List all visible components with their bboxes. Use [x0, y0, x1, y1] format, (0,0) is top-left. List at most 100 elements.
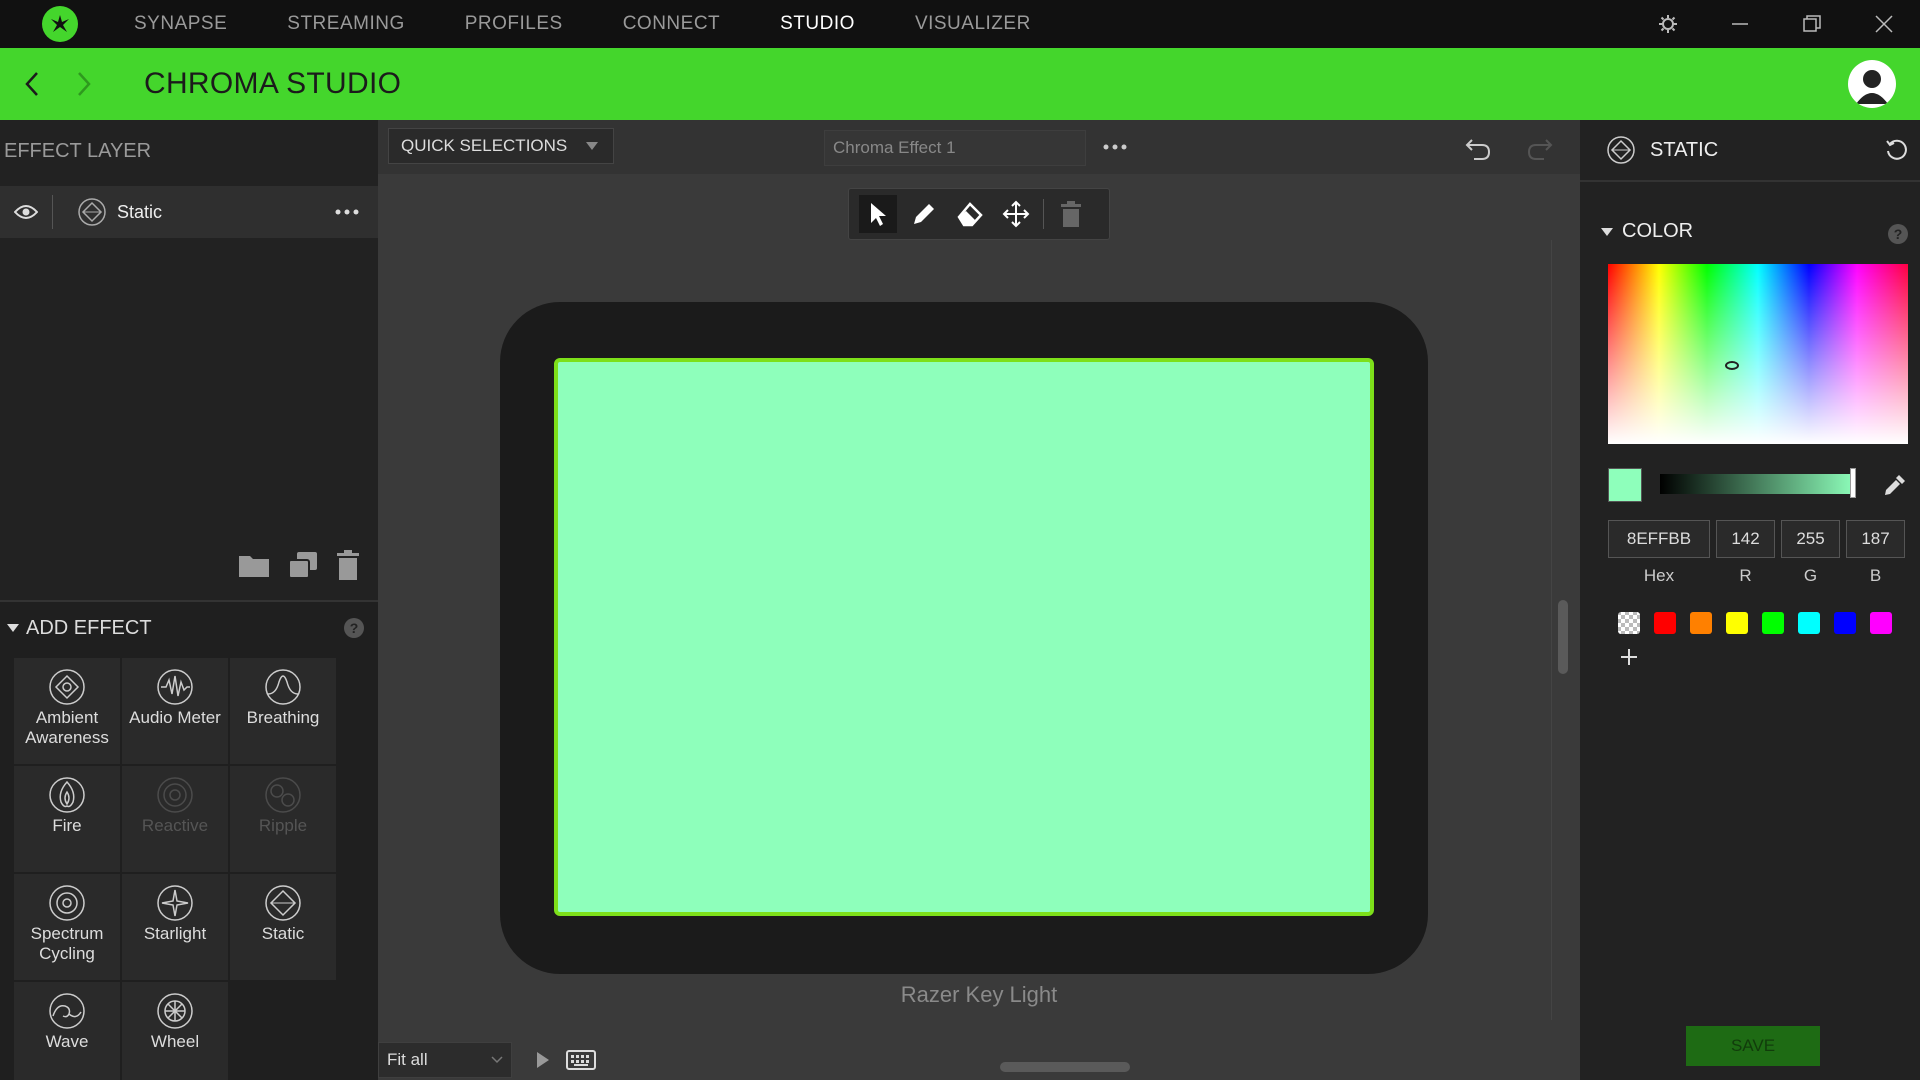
reactive-icon [157, 777, 193, 813]
effect-reactive[interactable]: Reactive [122, 766, 228, 872]
effect-ambient-awareness[interactable]: Ambient Awareness [14, 658, 120, 764]
eraser-icon[interactable] [951, 195, 989, 233]
duplicate-icon[interactable] [288, 550, 318, 580]
effect-wheel[interactable]: Wheel [122, 982, 228, 1080]
current-color-swatch [1608, 468, 1642, 502]
eyedropper-icon[interactable] [1880, 472, 1908, 500]
undo-icon[interactable] [1460, 130, 1496, 166]
preset-cyan[interactable] [1798, 612, 1820, 634]
tab-studio[interactable]: STUDIO [780, 13, 855, 35]
preset-magenta[interactable] [1870, 612, 1892, 634]
effect-grid: Ambient Awareness Audio Meter Breathing … [14, 658, 336, 1080]
main-tabs: SYNAPSE STREAMING PROFILES CONNECT STUDI… [134, 13, 1091, 35]
color-spectrum[interactable] [1608, 264, 1908, 444]
add-effect-title: ADD EFFECT [26, 616, 152, 639]
effect-ripple[interactable]: Ripple [230, 766, 336, 872]
forward-button[interactable] [64, 64, 104, 104]
effect-title: STATIC [1650, 138, 1719, 161]
move-icon[interactable] [997, 195, 1035, 233]
horizontal-scrollbar[interactable] [1000, 1062, 1130, 1072]
preset-orange[interactable] [1690, 612, 1712, 634]
device-frame [500, 302, 1428, 974]
fit-all-dropdown[interactable]: Fit all [378, 1042, 512, 1078]
effect-fire[interactable]: Fire [14, 766, 120, 872]
effect-starlight[interactable]: Starlight [122, 874, 228, 980]
add-effect-section: ADD EFFECT ? Ambient Awareness Audio Met… [0, 600, 378, 1080]
spectrum-cycling-icon [49, 885, 85, 921]
fire-icon [49, 777, 85, 813]
brightness-slider[interactable] [1660, 468, 1856, 498]
color-value-labels: Hex R G B [1608, 566, 1905, 586]
preset-red[interactable] [1654, 612, 1676, 634]
selection-tools [848, 188, 1110, 240]
chevron-down-icon [491, 1056, 503, 1064]
caret-down-icon [7, 624, 19, 632]
layer-item[interactable]: Static [0, 186, 378, 238]
restore-icon[interactable] [1776, 0, 1848, 48]
device-label: Razer Key Light [900, 982, 1058, 1007]
effect-name-field[interactable]: Chroma Effect 1 [824, 130, 1086, 166]
ambient-awareness-icon [49, 669, 85, 705]
eye-icon[interactable] [0, 186, 52, 238]
help-icon[interactable]: ? [1888, 224, 1908, 244]
reset-icon[interactable] [1882, 135, 1912, 165]
workspace-toolbar: QUICK SELECTIONS Chroma Effect 1 [378, 120, 1580, 174]
effect-wave[interactable]: Wave [14, 982, 120, 1080]
brightness-handle[interactable] [1850, 468, 1856, 498]
properties-panel: STATIC COLOR ? 8EFFBB 142 255 187 Hex R … [1580, 120, 1920, 1080]
effect-breathing[interactable]: Breathing [230, 658, 336, 764]
play-icon[interactable] [528, 1045, 558, 1075]
page-title: CHROMA STUDIO [144, 67, 402, 100]
green-label: G [1803, 566, 1818, 585]
workspace-bottom-bar: Fit all [378, 1040, 1580, 1080]
back-button[interactable] [12, 64, 52, 104]
tab-profiles[interactable]: PROFILES [465, 13, 563, 35]
redo-icon[interactable] [1522, 130, 1558, 166]
wheel-icon [157, 993, 193, 1029]
preset-blue[interactable] [1834, 612, 1856, 634]
more-options-icon[interactable] [1100, 134, 1130, 160]
top-navigation: SYNAPSE STREAMING PROFILES CONNECT STUDI… [0, 0, 1920, 48]
add-effect-header[interactable]: ADD EFFECT ? [0, 602, 378, 654]
layer-divider [52, 195, 53, 229]
effect-label: Audio Meter [129, 708, 221, 727]
trash-icon[interactable] [336, 550, 360, 580]
red-input[interactable]: 142 [1716, 520, 1775, 558]
more-options-icon[interactable] [332, 197, 362, 227]
add-color-icon[interactable] [1618, 646, 1640, 668]
minimize-icon[interactable] [1704, 0, 1776, 48]
quick-selections-dropdown[interactable]: QUICK SELECTIONS [388, 128, 614, 164]
blue-input[interactable]: 187 [1846, 520, 1905, 558]
color-picker-handle[interactable] [1725, 361, 1739, 370]
effect-audio-meter[interactable]: Audio Meter [122, 658, 228, 764]
close-icon[interactable] [1848, 0, 1920, 48]
color-section-header[interactable]: COLOR [1600, 220, 1693, 243]
preset-yellow[interactable] [1726, 612, 1748, 634]
keyboard-icon[interactable] [564, 1045, 598, 1075]
device-led-area[interactable] [554, 358, 1374, 916]
left-panel: EFFECT LAYER Static ADD EFFECT ? Ambient… [0, 120, 378, 1080]
tab-connect[interactable]: CONNECT [623, 13, 720, 35]
effect-spectrum-cycling[interactable]: Spectrum Cycling [14, 874, 120, 980]
green-input[interactable]: 255 [1781, 520, 1840, 558]
trash-icon[interactable] [1052, 195, 1090, 233]
effect-label: Starlight [143, 924, 207, 943]
tab-visualizer[interactable]: VISUALIZER [915, 13, 1031, 35]
help-icon[interactable]: ? [344, 618, 364, 638]
tab-synapse[interactable]: SYNAPSE [134, 13, 227, 35]
vertical-scrollbar[interactable] [1558, 600, 1568, 674]
folder-icon[interactable] [238, 550, 270, 580]
preset-green[interactable] [1762, 612, 1784, 634]
preset-transparent[interactable] [1618, 612, 1640, 634]
static-icon [77, 197, 107, 227]
settings-icon[interactable] [1632, 0, 1704, 48]
select-tool-icon[interactable] [859, 195, 897, 233]
hex-input[interactable]: 8EFFBB [1608, 520, 1710, 558]
static-icon [265, 885, 301, 921]
effect-static[interactable]: Static [230, 874, 336, 980]
avatar[interactable] [1848, 60, 1896, 108]
pencil-icon[interactable] [905, 195, 943, 233]
razer-logo-icon[interactable] [42, 6, 78, 42]
save-button[interactable]: SAVE [1686, 1026, 1820, 1066]
tab-streaming[interactable]: STREAMING [287, 13, 404, 35]
